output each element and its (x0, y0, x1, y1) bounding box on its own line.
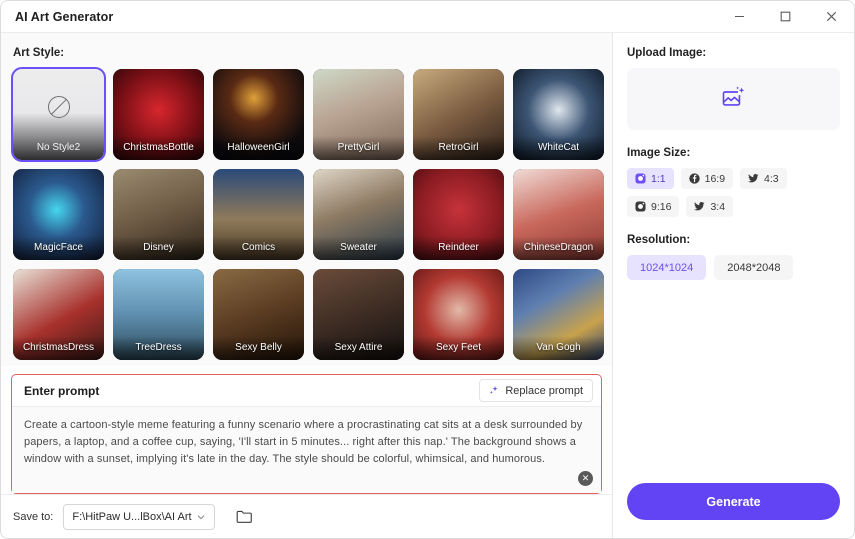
art-style-card-sexy-belly[interactable]: Sexy Belly (213, 269, 304, 360)
art-style-card-sweater[interactable]: Sweater (313, 169, 404, 260)
art-style-card-label: Sexy Belly (213, 336, 304, 360)
art-style-section: Art Style: No Style2 ChristmasBottle Hallo… (1, 33, 612, 366)
save-to-label: Save to: (13, 510, 54, 523)
resolution-label: Resolution: (627, 234, 691, 246)
art-style-grid: No Style2 ChristmasBottle HalloweenGirl Pre… (11, 67, 604, 360)
art-style-card-chinesedragon[interactable]: ChineseDragon (513, 169, 604, 260)
art-style-card-halloweengirl[interactable]: HalloweenGirl (213, 69, 304, 160)
left-panel: Art Style: No Style2 ChristmasBottle Hallo… (1, 33, 613, 538)
maximize-button[interactable] (762, 1, 808, 33)
prompt-header: Enter prompt Replace prompt (12, 375, 601, 407)
art-style-card-label: Sexy Feet (413, 336, 504, 360)
art-style-card-prettygirl[interactable]: PrettyGirl (313, 69, 404, 160)
window-controls (716, 1, 854, 33)
replace-prompt-button[interactable]: Replace prompt (479, 379, 593, 402)
title-bar: AI Art Generator (1, 1, 854, 33)
image-sparkle-icon (721, 85, 746, 114)
art-style-card-no-style2[interactable]: No Style2 (11, 67, 106, 162)
art-style-card-label: No Style2 (36, 142, 81, 153)
image-size-chip-9-16[interactable]: 9:16 (627, 196, 680, 217)
sparkle-icon (489, 385, 500, 396)
art-style-card-comics[interactable]: Comics (213, 169, 304, 260)
image-size-chip-16-9[interactable]: 16:9 (680, 168, 734, 189)
art-style-card-sexy-attire[interactable]: Sexy Attire (313, 269, 404, 360)
image-size-label: Image Size: (627, 147, 691, 159)
window-body: Art Style: No Style2 ChristmasBottle Hallo… (1, 33, 854, 538)
prompt-section: Enter prompt Replace prompt Create a car… (1, 366, 612, 494)
instagram-icon (635, 201, 646, 212)
art-style-card-whitecat[interactable]: WhiteCat (513, 69, 604, 160)
no-style-icon (47, 96, 70, 119)
art-style-card-label: Sexy Attire (313, 336, 404, 360)
art-style-card-treedress[interactable]: TreeDress (113, 269, 204, 360)
art-style-card-christmasdress[interactable]: ChristmasDress (13, 269, 104, 360)
art-style-card-sexy-feet[interactable]: Sexy Feet (413, 269, 504, 360)
image-size-options: 1:1 16:9 4:3 9:16 3:4 (627, 168, 840, 217)
save-path-value: F:\HitPaw U...lBox\AI Art (72, 510, 192, 523)
resolution-options: 1024*1024 2048*2048 (627, 255, 840, 280)
generate-area: Generate (627, 483, 840, 538)
image-size-chip-label: 4:3 (764, 172, 779, 185)
upload-image-label: Upload Image: (627, 47, 707, 59)
prompt-text: Create a cartoon-style meme featuring a … (24, 419, 583, 465)
prompt-box: Enter prompt Replace prompt Create a car… (11, 374, 602, 494)
art-style-card-label: WhiteCat (513, 136, 604, 160)
instagram-icon (635, 173, 646, 184)
art-style-label: Art Style: (13, 47, 65, 59)
art-style-card-label: ChineseDragon (513, 236, 604, 260)
image-size-chip-3-4[interactable]: 3:4 (686, 196, 734, 217)
image-size-chip-label: 16:9 (704, 172, 726, 185)
right-panel: Upload Image: Image Size: 1:1 16:9 4:3 9:16… (613, 33, 854, 538)
art-style-card-label: HalloweenGirl (213, 136, 304, 160)
image-size-chip-label: 9:16 (651, 200, 672, 213)
art-style-card-label: PrettyGirl (313, 136, 404, 160)
image-size-chip-4-3[interactable]: 4:3 (740, 168, 787, 189)
art-style-card-christmasbottle[interactable]: ChristmasBottle (113, 69, 204, 160)
app-title: AI Art Generator (15, 9, 114, 24)
art-style-card-label: ChristmasDress (13, 336, 104, 360)
twitter-icon (748, 173, 759, 184)
image-size-chip-label: 1:1 (651, 172, 666, 185)
image-size-chip-label: 3:4 (710, 200, 726, 213)
art-style-card-label: ChristmasBottle (113, 136, 204, 160)
art-style-card-label: Comics (213, 236, 304, 260)
upload-image-dropzone[interactable] (627, 68, 840, 130)
twitter-icon (694, 201, 706, 212)
art-style-card-label: TreeDress (113, 336, 204, 360)
save-bar: Save to: F:\HitPaw U...lBox\AI Art (1, 494, 612, 538)
replace-prompt-label: Replace prompt (505, 384, 583, 397)
art-style-card-reindeer[interactable]: Reindeer (413, 169, 504, 260)
resolution-chip-1024x1024[interactable]: 1024*1024 (627, 255, 707, 280)
generate-button[interactable]: Generate (627, 483, 840, 520)
art-style-card-retrogirl[interactable]: RetroGirl (413, 69, 504, 160)
art-style-card-label: RetroGirl (413, 136, 504, 160)
art-style-card-label: Sweater (313, 236, 404, 260)
app-window: AI Art Generator Art Style: No Style2 Chr… (0, 0, 855, 539)
art-style-card-disney[interactable]: Disney (113, 169, 204, 260)
art-style-card-magicface[interactable]: MagicFace (13, 169, 104, 260)
save-path-select[interactable]: F:\HitPaw U...lBox\AI Art (63, 503, 216, 530)
art-style-card-label: Disney (113, 236, 204, 260)
chevron-down-icon (196, 512, 206, 522)
art-style-card-van-gogh[interactable]: Van Gogh (513, 269, 604, 360)
resolution-chip-2048x2048[interactable]: 2048*2048 (714, 255, 794, 280)
facebook-icon (688, 173, 700, 184)
clear-prompt-icon[interactable]: ✕ (578, 471, 593, 486)
image-size-chip-1-1[interactable]: 1:1 (627, 168, 674, 189)
prompt-title: Enter prompt (24, 383, 100, 398)
art-style-card-label: Van Gogh (513, 336, 604, 360)
art-style-card-label: Reindeer (413, 236, 504, 260)
browse-folder-button[interactable] (231, 504, 257, 530)
minimize-button[interactable] (716, 1, 762, 33)
prompt-input-area[interactable]: Create a cartoon-style meme featuring a … (12, 407, 601, 493)
art-style-card-label: MagicFace (13, 236, 104, 260)
close-button[interactable] (808, 1, 854, 33)
